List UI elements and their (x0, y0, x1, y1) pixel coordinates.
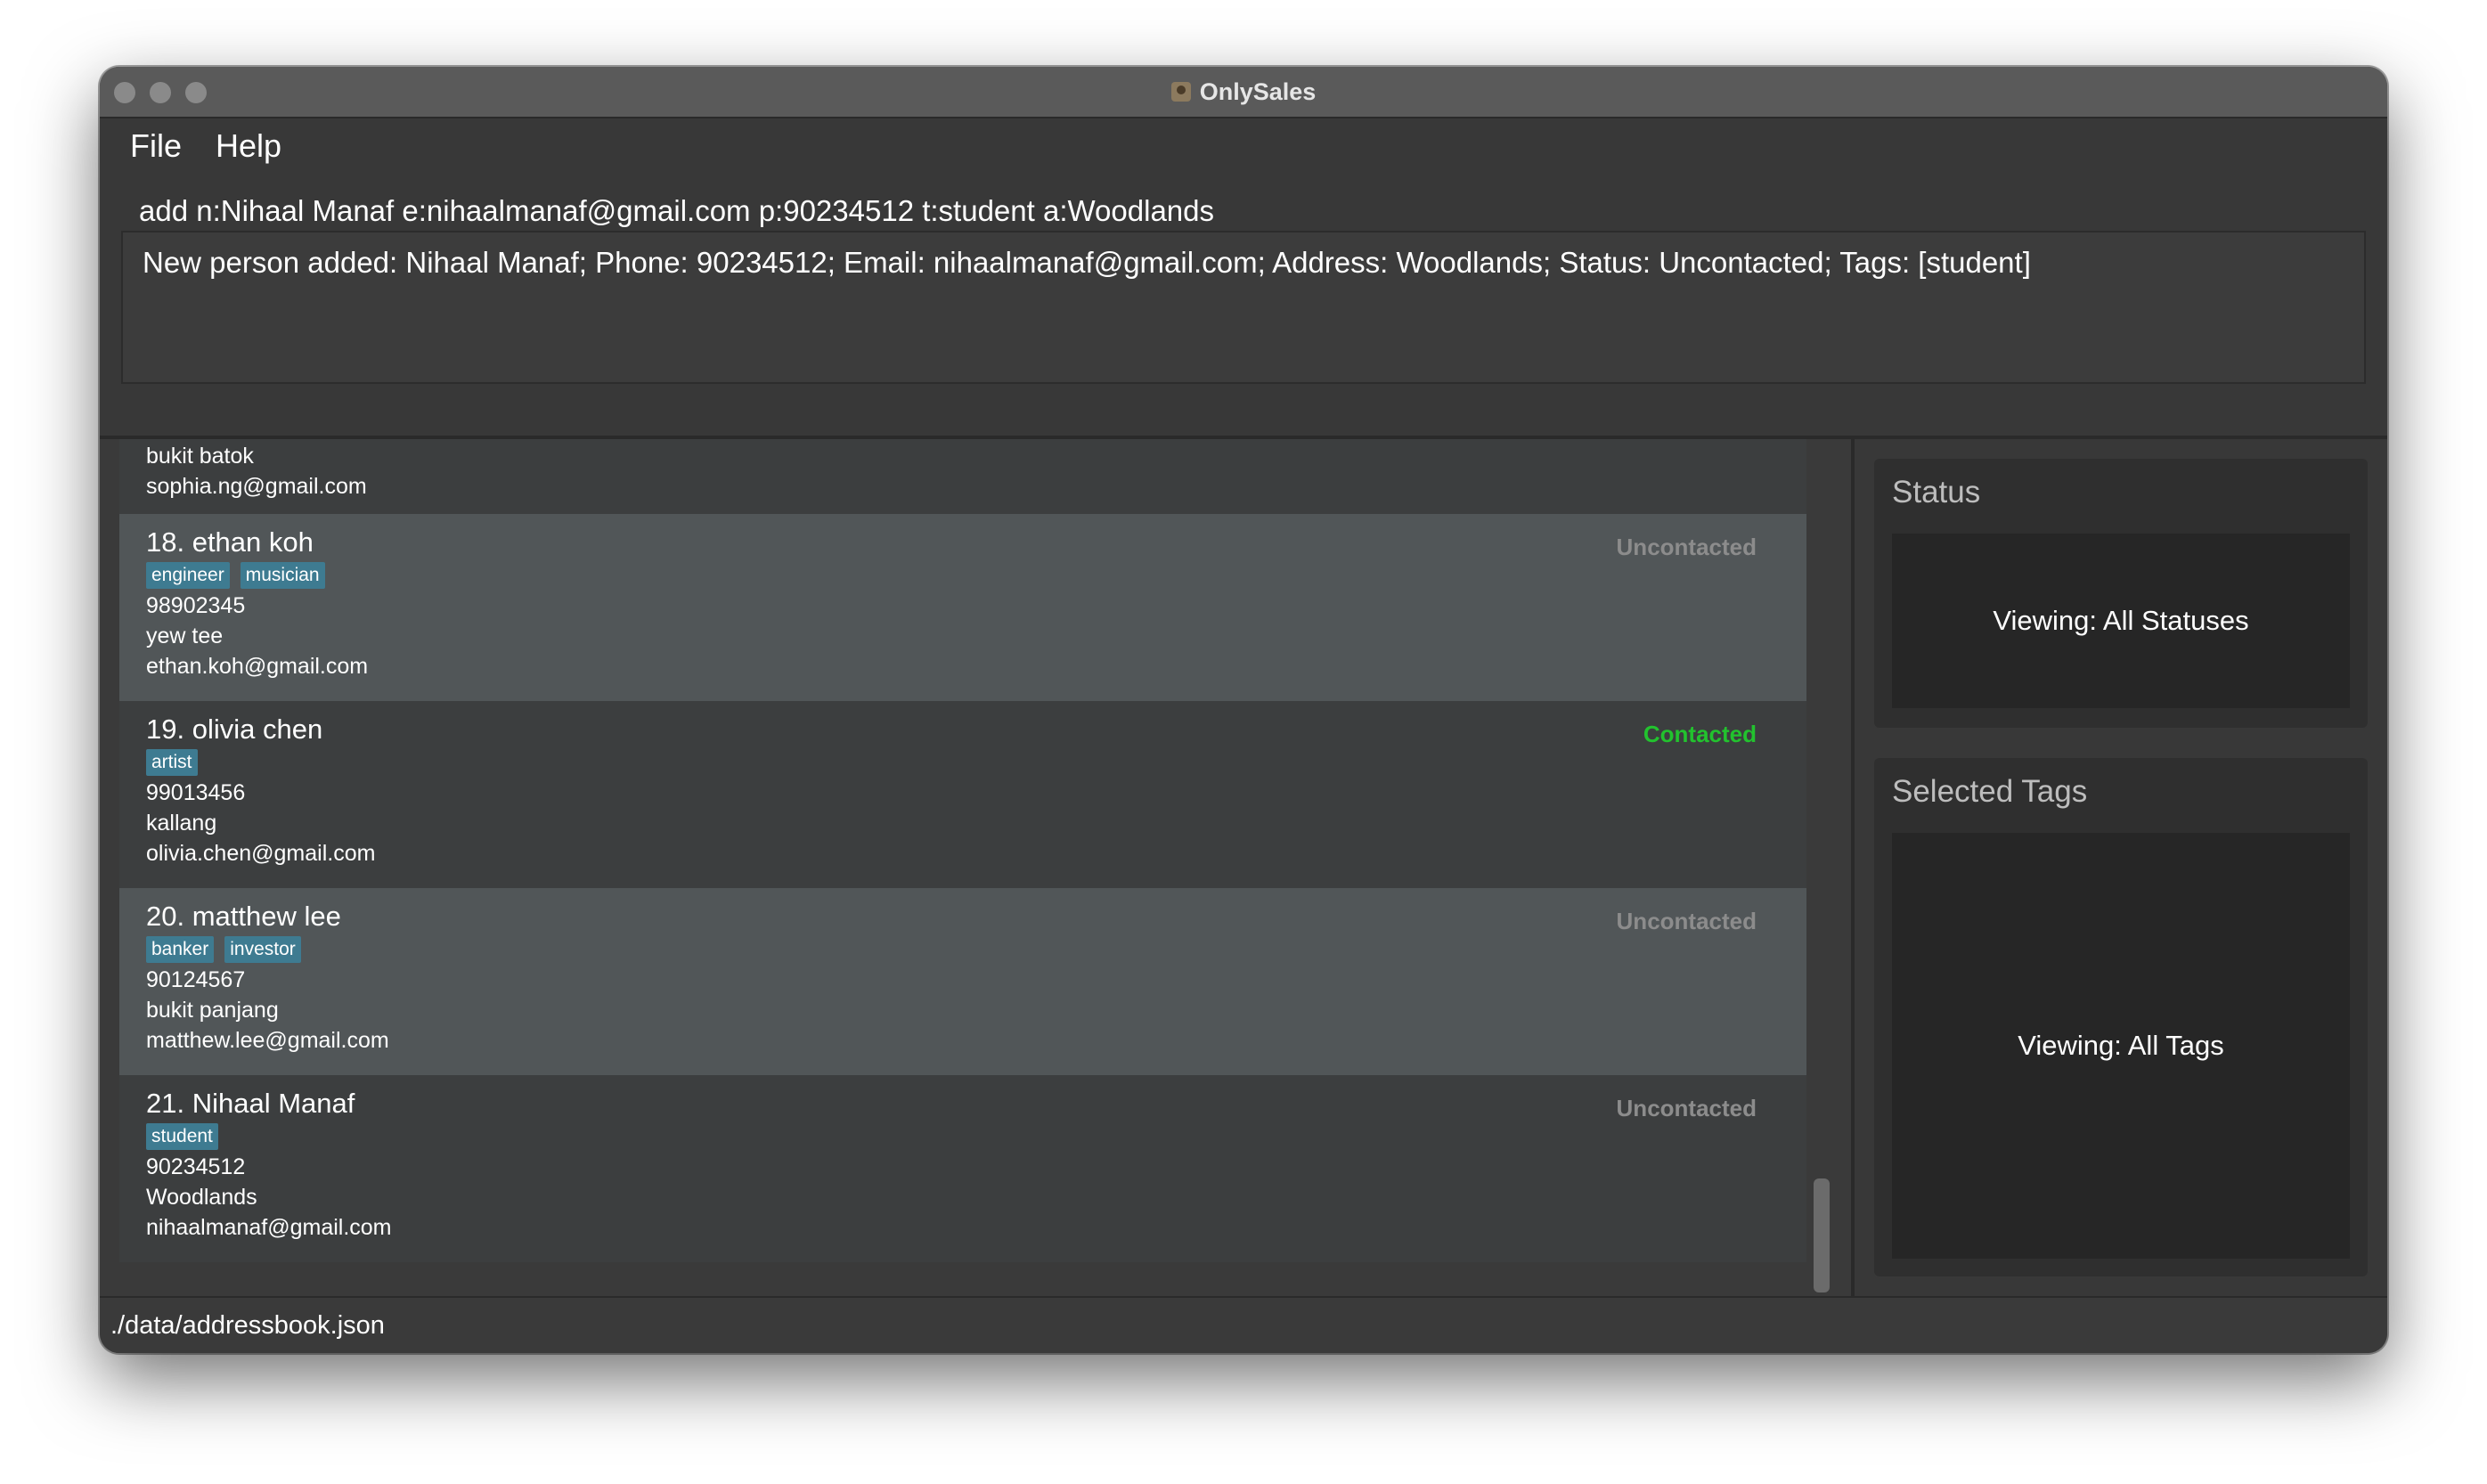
status-bar: ./data/addressbook.json (100, 1296, 2387, 1353)
tags-panel-title: Selected Tags (1892, 774, 2088, 809)
person-address: bukit panjang (146, 998, 279, 1023)
status-panel-title: Status (1892, 475, 1981, 510)
window-title: OnlySales (100, 67, 2387, 117)
contact-status: Uncontacted (1616, 908, 1757, 934)
tag-badge: investor (224, 936, 301, 963)
tag-badge: engineer (146, 562, 230, 589)
person-email: ethan.koh@gmail.com (146, 654, 369, 679)
menu-file[interactable]: File (130, 127, 182, 165)
tags-filter-box[interactable]: Viewing: All Tags (1892, 833, 2350, 1259)
person-address: kallang (146, 811, 217, 836)
person-tags: student (146, 1123, 1780, 1150)
status-filter-value: Viewing: All Statuses (1993, 605, 2249, 636)
person-name: 20. matthew lee (146, 901, 341, 932)
person-card[interactable]: 18. ethan koh engineer musician 98902345 Unc… (119, 514, 1806, 701)
data-file-path: ./data/addressbook.json (110, 1310, 385, 1340)
person-email: olivia.chen@gmail.com (146, 841, 376, 866)
person-address: yew tee (146, 624, 224, 648)
person-card[interactable]: 19. olivia chen artist 99013456 Contacted ka… (119, 701, 1806, 888)
person-phone: 90234512 (146, 1154, 246, 1179)
person-name: 18. ethan koh (146, 526, 314, 558)
selected-tags-panel: Selected Tags Viewing: All Tags (1874, 758, 2368, 1276)
tag-badge: student (146, 1123, 218, 1150)
person-address: Woodlands (146, 1185, 257, 1210)
tag-badge: musician (240, 562, 325, 589)
menu-bar: File Help (100, 118, 2387, 174)
tag-badge: banker (146, 936, 215, 963)
person-address: bukit batok (146, 444, 254, 469)
vertical-divider (1851, 439, 1855, 1296)
contact-status: Contacted (1643, 721, 1757, 747)
status-filter-box[interactable]: Viewing: All Statuses (1892, 534, 2350, 708)
person-name: 21. Nihaal Manaf (146, 1088, 355, 1119)
contact-status: Uncontacted (1616, 1095, 1757, 1121)
person-email: matthew.lee@gmail.com (146, 1028, 389, 1053)
person-phone: 98902345 (146, 593, 246, 618)
person-tags: engineer musician (146, 562, 1780, 589)
tag-badge: artist (146, 749, 198, 776)
person-card[interactable]: bukit batok sophia.ng@gmail.com (119, 439, 1806, 514)
tags-filter-value: Viewing: All Tags (2018, 1030, 2224, 1061)
person-list-panel: bukit batok sophia.ng@gmail.com 18. ethan … (100, 439, 1851, 1296)
person-card[interactable]: 20. matthew lee banker investor 90124567 Unc… (119, 888, 1806, 1075)
app-window: OnlySales File Help New person added: Ni… (100, 67, 2387, 1353)
person-tags: artist (146, 749, 1780, 776)
scrollbar-thumb[interactable] (1814, 1178, 1830, 1292)
list-scrollbar[interactable] (1812, 439, 1833, 1292)
status-panel: Status Viewing: All Statuses (1874, 459, 2368, 728)
menu-help[interactable]: Help (216, 127, 281, 165)
title-bar: OnlySales (100, 67, 2387, 118)
person-list[interactable]: bukit batok sophia.ng@gmail.com 18. ethan … (119, 439, 1806, 1276)
person-card[interactable]: 21. Nihaal Manaf student 90234512 Uncontact… (119, 1075, 1806, 1262)
app-icon (1170, 82, 1191, 102)
person-name: 19. olivia chen (146, 713, 323, 745)
person-email: sophia.ng@gmail.com (146, 474, 367, 499)
person-email: nihaalmanaf@gmail.com (146, 1215, 392, 1240)
person-phone: 99013456 (146, 780, 246, 805)
contact-status: Uncontacted (1616, 534, 1757, 560)
window-title-text: OnlySales (1199, 77, 1317, 105)
person-tags: banker investor (146, 936, 1780, 963)
result-display: New person added: Nihaal Manaf; Phone: 9… (121, 231, 2366, 384)
person-phone: 90124567 (146, 967, 246, 992)
